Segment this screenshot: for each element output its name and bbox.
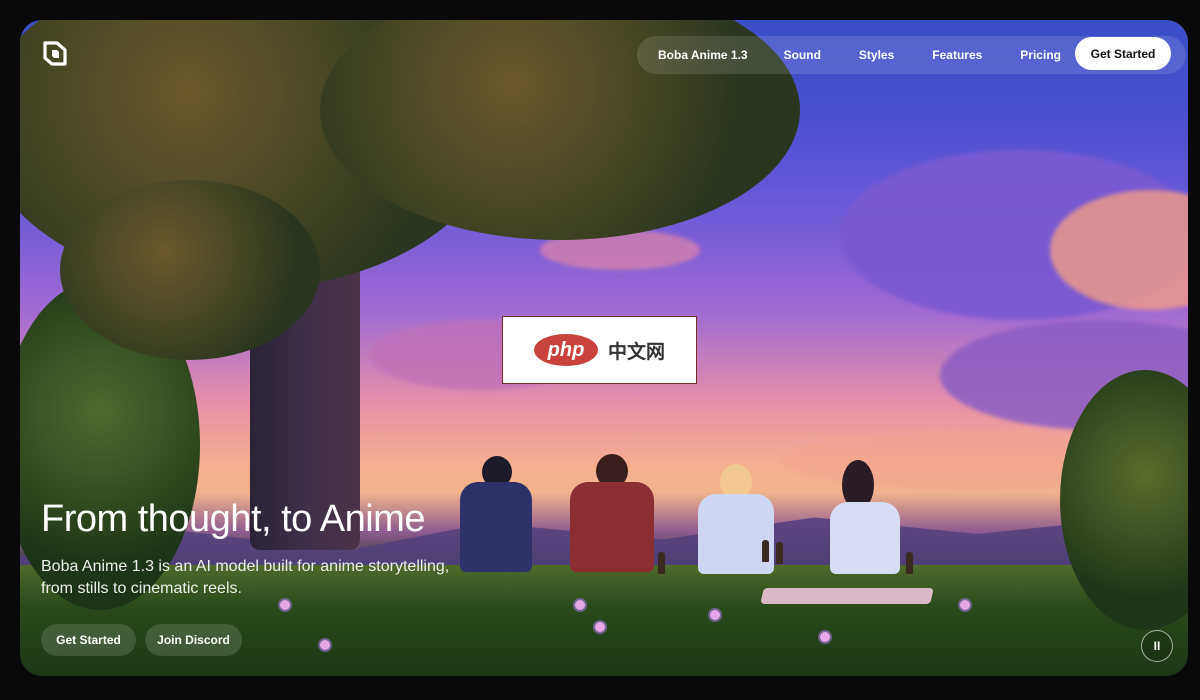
bottle: [776, 542, 783, 564]
boba-logo-icon[interactable]: [42, 40, 68, 68]
nav-item-boba-anime[interactable]: Boba Anime 1.3: [658, 48, 748, 62]
flower: [820, 632, 830, 642]
bottle: [762, 540, 769, 562]
join-discord-button[interactable]: Join Discord: [145, 624, 242, 656]
php-watermark: php 中文网: [502, 316, 697, 384]
bottle: [658, 552, 665, 574]
flower: [320, 640, 330, 650]
get-started-nav-button[interactable]: Get Started: [1075, 37, 1171, 70]
nav-item-sound[interactable]: Sound: [784, 48, 821, 62]
flower: [280, 600, 290, 610]
get-started-button[interactable]: Get Started: [41, 624, 136, 656]
flower: [710, 610, 720, 620]
tree-canopy: [60, 180, 320, 360]
flower: [595, 622, 605, 632]
flower: [960, 600, 970, 610]
watermark-text: 中文网: [607, 341, 665, 363]
hero-subtitle: Boba Anime 1.3 is an AI model built for …: [41, 558, 450, 597]
picnic-blanket: [760, 588, 934, 604]
nav-item-features[interactable]: Features: [932, 48, 982, 62]
hero-title: From thought, to Anime: [41, 498, 425, 540]
flower: [575, 600, 585, 610]
bottle: [906, 552, 913, 574]
pause-icon[interactable]: II: [1141, 630, 1173, 662]
nav-item-pricing[interactable]: Pricing: [1020, 48, 1061, 62]
watermark-brand: php: [533, 334, 598, 366]
nav-item-styles[interactable]: Styles: [859, 48, 894, 62]
